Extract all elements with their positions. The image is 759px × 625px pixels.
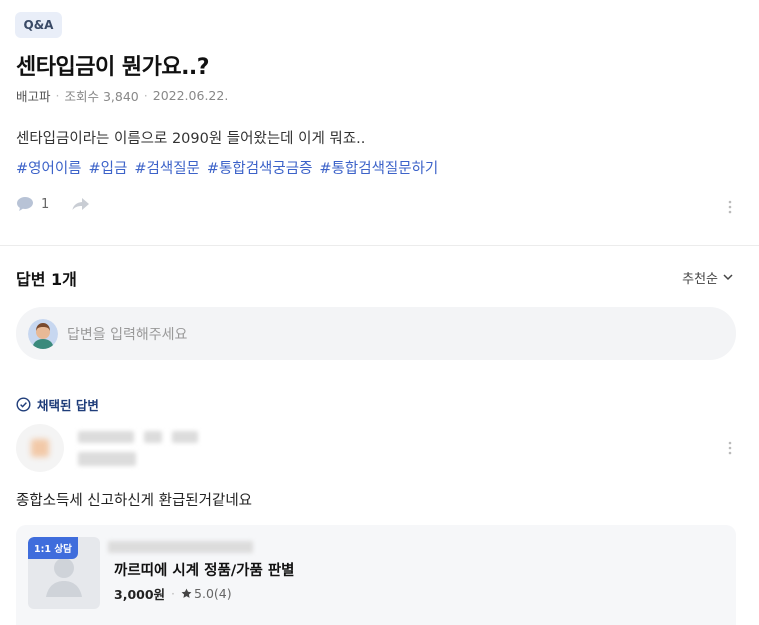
tag-link[interactable]: #통합검색궁금증 — [207, 157, 313, 178]
comment-icon — [17, 197, 33, 211]
answer-input-placeholder: 답변을 입력해주세요 — [67, 326, 188, 343]
question-more-button[interactable] — [720, 197, 740, 217]
chevron-down-icon — [723, 274, 733, 281]
question-meta: 배고파 · 조회수 3,840 · 2022.06.22. — [16, 86, 228, 105]
meta-separator: · — [55, 88, 60, 103]
answer-more-button[interactable] — [720, 438, 740, 458]
consult-badge: 1:1 상담 — [28, 537, 78, 559]
answer-input[interactable]: 답변을 입력해주세요 — [16, 307, 736, 360]
share-icon — [72, 198, 90, 210]
tag-link[interactable]: #통합검색질문하기 — [319, 157, 438, 178]
section-divider — [0, 245, 759, 246]
answerer-avatar — [16, 424, 64, 472]
consult-rating: 5.0(4) — [181, 586, 232, 601]
author-name[interactable]: 배고파 — [16, 86, 51, 105]
sort-dropdown[interactable]: 추천순 — [682, 268, 733, 287]
selected-answer-text: 채택된 답변 — [37, 398, 99, 413]
expert-name-blurred — [108, 541, 253, 553]
answerer-subtitle-blurred — [78, 452, 136, 466]
qa-badge: Q&A — [15, 12, 62, 38]
user-avatar — [28, 318, 58, 349]
tag-link[interactable]: #입금 — [89, 157, 128, 178]
tag-list: #영어이름 #입금 #검색질문 #통합검색궁금증 #통합검색질문하기 — [16, 157, 438, 178]
tag-link[interactable]: #검색질문 — [134, 157, 200, 178]
check-circle-icon — [16, 397, 31, 412]
answers-count-title: 답변 1개 — [16, 270, 77, 289]
star-icon — [181, 588, 192, 598]
rating-value: 5.0(4) — [194, 586, 232, 601]
share-button[interactable] — [71, 196, 91, 212]
answerer-info-blurred — [144, 431, 162, 443]
consult-price: 3,000원 — [114, 587, 166, 602]
consult-price-row: 3,000원 · 5.0(4) — [114, 584, 232, 603]
answerer-info-blurred — [172, 431, 198, 443]
answer-text: 종합소득세 신고하신게 환급된거같네요 — [16, 493, 252, 509]
more-icon — [728, 200, 732, 214]
view-count: 조회수 3,840 — [64, 89, 139, 104]
expert-consult-card[interactable]: 1:1 상담 까르띠에 시계 정품/가품 판별 3,000원 · 5.0(4) — [16, 525, 736, 625]
comment-count: 1 — [41, 196, 50, 212]
meta-separator: · — [171, 586, 176, 601]
selected-answer-label: 채택된 답변 — [16, 395, 99, 414]
meta-separator: · — [143, 88, 148, 103]
consult-title: 까르띠에 시계 정품/가품 판별 — [114, 563, 295, 579]
more-icon — [728, 441, 732, 455]
question-actions: 1 — [16, 196, 91, 212]
post-date: 2022.06.22. — [152, 88, 229, 103]
question-title: 센타입금이 뭔가요..? — [16, 55, 210, 80]
tag-link[interactable]: #영어이름 — [16, 157, 82, 178]
comment-button[interactable]: 1 — [16, 196, 49, 212]
expert-thumbnail: 1:1 상담 — [28, 537, 100, 609]
question-body: 센타입금이라는 이름으로 2090원 들어왔는데 이게 뭐죠.. — [16, 131, 366, 147]
sort-label: 추천순 — [682, 272, 718, 287]
answerer-name-blurred — [78, 431, 134, 443]
